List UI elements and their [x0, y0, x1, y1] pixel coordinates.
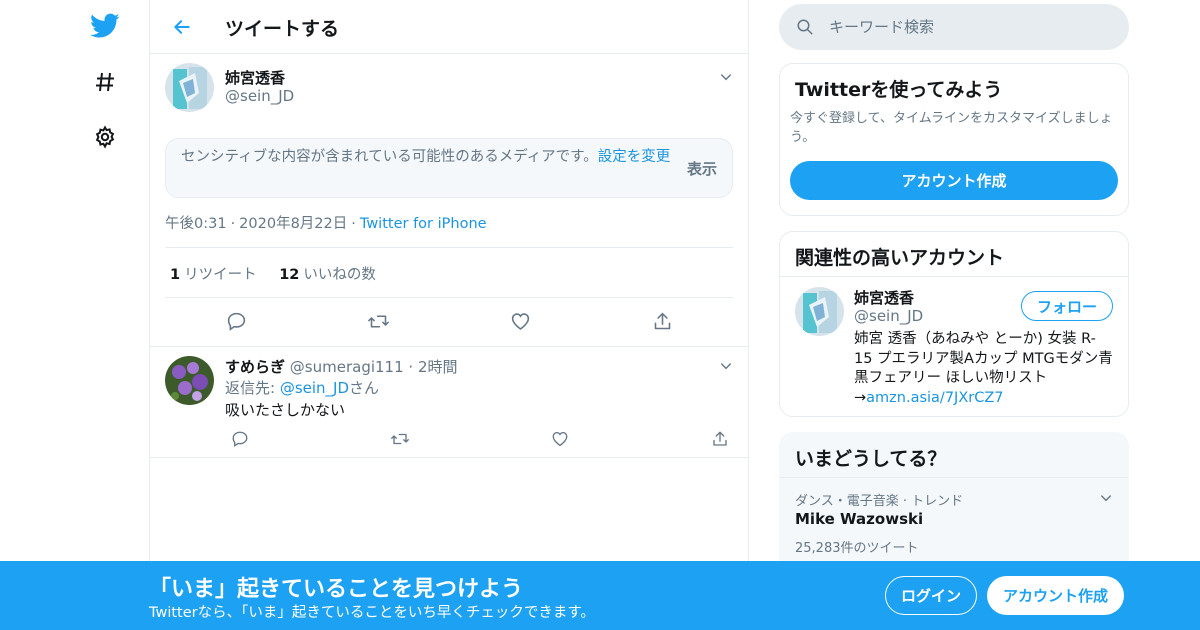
- related-handle[interactable]: @sein_JD: [854, 307, 923, 325]
- search-input[interactable]: [829, 15, 1109, 39]
- divider: [780, 276, 1128, 277]
- tweet-date[interactable]: 2020年8月22日: [239, 216, 347, 232]
- reply-to-line: 返信先: @sein_JDさん: [225, 377, 379, 398]
- author-name[interactable]: 姉宮透香: [225, 67, 285, 88]
- create-account-button[interactable]: アカウント作成: [790, 161, 1118, 200]
- like-stat[interactable]: 12 いいねの数: [279, 267, 376, 283]
- trend-context: ダンス・電子音楽 · トレンド: [795, 494, 964, 509]
- follow-button[interactable]: フォロー: [1021, 291, 1113, 321]
- related-name[interactable]: 姉宮透香: [854, 287, 914, 308]
- divider: [150, 457, 748, 458]
- retweet-count: 1: [170, 267, 181, 283]
- reply-icon[interactable]: [221, 306, 251, 336]
- tweet-actions: [165, 306, 733, 336]
- author-handle[interactable]: @sein_JD: [225, 87, 294, 105]
- banner-subtitle: Twitterなら、「いま」起きていることをいち早くチェックできます。: [149, 605, 595, 621]
- divider: [780, 477, 1128, 478]
- gear-icon[interactable]: [89, 121, 121, 153]
- search-icon: [797, 19, 813, 35]
- reply-text: 吸いたさしかない: [225, 401, 346, 419]
- bottom-banner: 「いま」起きていることを見つけよう Twitterなら、「いま」起きていることを…: [0, 561, 1200, 630]
- reply-to-suffix: さん: [349, 379, 380, 397]
- reply-icon[interactable]: [225, 424, 255, 454]
- login-button[interactable]: ログイン: [885, 576, 977, 615]
- related-card-title: 関連性の高いアカウント: [795, 247, 1005, 269]
- trends-card-title: いまどうしてる？: [795, 448, 947, 470]
- reply-author-handle[interactable]: @sumeragi111: [290, 358, 404, 376]
- related-accounts-card: 関連性の高いアカウント 姉宮透香 @sein_JD フォロー 姉宮 透香（あねみ…: [779, 231, 1129, 417]
- reply-to-prefix: 返信先:: [225, 379, 280, 397]
- retweet-icon[interactable]: [385, 424, 415, 454]
- sensitive-warning-text: センシティブな内容が含まれている可能性のあるメディアです。: [181, 149, 598, 165]
- sensitive-media-notice: センシティブな内容が含まれている可能性のあるメディアです。設定を変更 表示: [165, 138, 733, 198]
- tweet-stats: 1 リツイート 12 いいねの数: [165, 247, 733, 298]
- tweet-time[interactable]: 午後0:31: [165, 216, 227, 232]
- tweet-source[interactable]: Twitter for iPhone: [360, 216, 487, 232]
- related-avatar[interactable]: [795, 287, 844, 336]
- signup-card-description: 今すぐ登録して、タイムラインをカスタマイズしましょう。: [790, 111, 1113, 145]
- back-arrow-icon[interactable]: [168, 13, 196, 41]
- page-header: ツイートする: [150, 0, 748, 54]
- like-count: 12: [279, 267, 300, 283]
- search-box: [779, 4, 1129, 50]
- reply-to-handle[interactable]: @sein_JD: [280, 379, 349, 397]
- like-icon[interactable]: [545, 424, 575, 454]
- like-label: いいねの数: [303, 267, 376, 283]
- retweet-icon[interactable]: [363, 306, 393, 336]
- retweet-label: リツイート: [184, 267, 257, 283]
- divider: [150, 346, 748, 347]
- show-media-button[interactable]: 表示: [687, 158, 717, 179]
- chevron-down-icon[interactable]: [716, 67, 736, 87]
- banner-title: 「いま」起きていることを見つけよう: [149, 577, 524, 602]
- left-nav: [0, 0, 150, 630]
- related-bio: 姉宮 透香（あねみや とーか) 女装 R-15 プエラリア製Aカップ MTGモダ…: [854, 330, 1114, 408]
- reply-author-name[interactable]: すめらぎ: [225, 358, 285, 376]
- trend-count: 25,283件のツイート: [795, 541, 919, 556]
- main-column: ツイートする 姉宮透香 @sein_JD センシティブな内容が含まれている可能性…: [149, 0, 749, 630]
- avatar[interactable]: [165, 63, 214, 112]
- chevron-down-icon[interactable]: [1096, 488, 1116, 508]
- related-bio-link[interactable]: amzn.asia/7JXrCZ7: [866, 390, 1003, 406]
- signup-card-title: Twitterを使ってみよう: [795, 79, 1003, 101]
- twitter-bird-icon[interactable]: [89, 10, 121, 42]
- retweet-stat[interactable]: 1 リツイート: [170, 267, 257, 283]
- share-icon[interactable]: [705, 424, 735, 454]
- chevron-down-icon[interactable]: [716, 356, 736, 376]
- hashtag-icon[interactable]: [89, 66, 121, 98]
- reply-time[interactable]: 2時間: [418, 358, 458, 376]
- tweet-meta: 午後0:31 · 2020年8月22日 · Twitter for iPhone: [165, 216, 487, 232]
- reply-actions: [225, 424, 735, 454]
- signup-card: Twitterを使ってみよう 今すぐ登録して、タイムラインをカスタマイズしましょ…: [779, 63, 1129, 216]
- like-icon[interactable]: [505, 306, 535, 336]
- trend-name[interactable]: Mike Wazowski: [795, 510, 923, 528]
- change-settings-link[interactable]: 設定を変更: [598, 149, 671, 165]
- share-icon[interactable]: [647, 306, 677, 336]
- page-title: ツイートする: [225, 18, 340, 40]
- reply-avatar[interactable]: [165, 356, 214, 405]
- reply-header: すめらぎ @sumeragi111 · 2時間: [225, 358, 458, 376]
- banner-signup-button[interactable]: アカウント作成: [987, 576, 1124, 615]
